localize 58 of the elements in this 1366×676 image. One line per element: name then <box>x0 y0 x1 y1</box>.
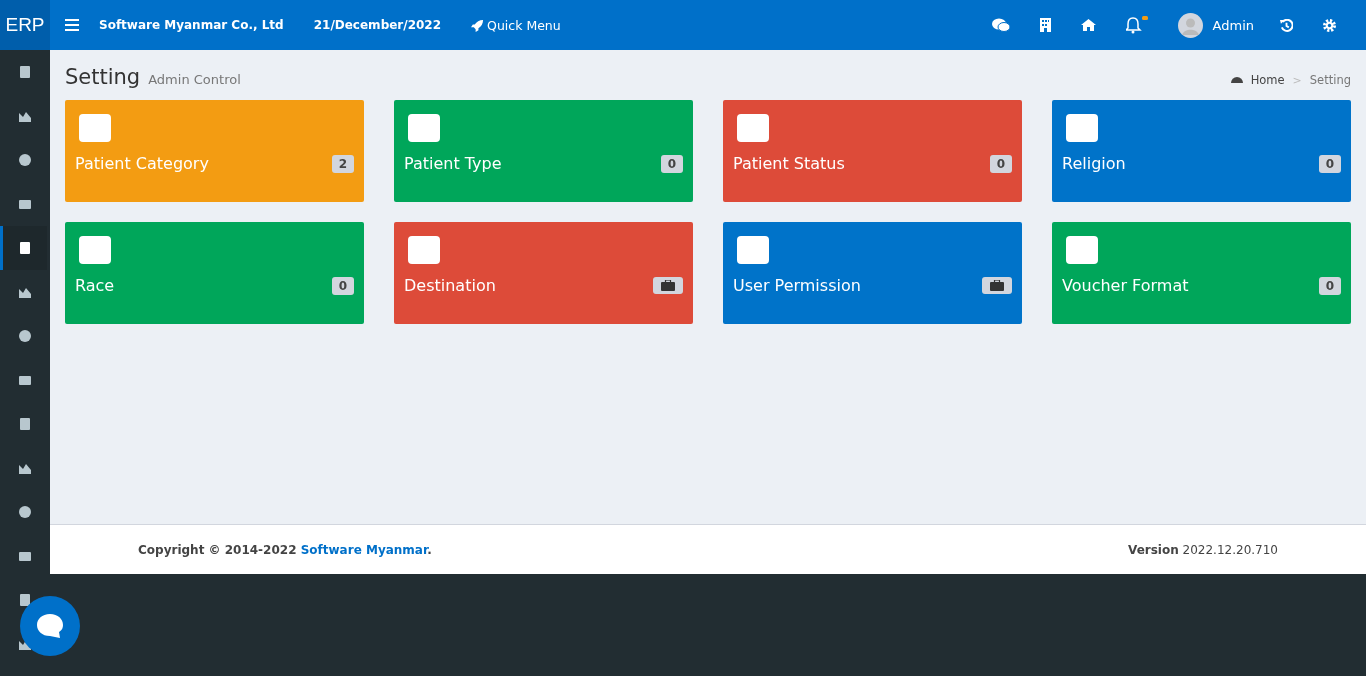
count-badge: 0 <box>660 154 683 173</box>
briefcase-badge <box>653 277 683 294</box>
sidebar-icon <box>18 505 32 519</box>
tile-title: Patient Category <box>75 154 209 173</box>
sidebar-icon <box>18 417 32 431</box>
count-badge: 0 <box>1318 154 1341 173</box>
setting-tile[interactable]: Race 0 <box>65 222 364 324</box>
bell-icon[interactable] <box>1125 16 1148 34</box>
tile-title: Patient Status <box>733 154 845 173</box>
sidebar-icon <box>18 329 32 343</box>
sidebar-icon <box>18 153 32 167</box>
sidebar-item[interactable] <box>0 226 47 270</box>
setting-tile[interactable]: Voucher Format 0 <box>1052 222 1351 324</box>
sidebar-icon <box>18 549 32 563</box>
breadcrumb-link[interactable]: Home <box>1250 73 1285 87</box>
copyright-text: Copyright © 2014-2022 Software Myanmar. <box>138 542 432 557</box>
setting-tile[interactable]: User Permission <box>723 222 1022 324</box>
setting-tile[interactable]: Patient Category 2 <box>65 100 364 202</box>
company-link[interactable]: Software Myanmar <box>300 542 428 557</box>
sidebar-icon <box>18 241 32 255</box>
building-icon[interactable] <box>1039 18 1051 32</box>
sidebar-icon <box>18 593 32 607</box>
date-text: 21/December/2022 <box>313 18 442 32</box>
sidebar-icon <box>18 65 32 79</box>
page-subtitle: Admin Control <box>148 72 241 87</box>
tile-title: Religion <box>1062 154 1126 173</box>
avatar-icon <box>1177 12 1203 38</box>
company-name: Software Myanmar Co., Ltd <box>99 18 284 32</box>
setting-tile[interactable]: Religion 0 <box>1052 100 1351 202</box>
setting-tile[interactable]: Destination <box>394 222 693 324</box>
briefcase-badge <box>982 277 1012 294</box>
setting-tile[interactable]: Patient Type 0 <box>394 100 693 202</box>
tile-title: Destination <box>404 276 496 295</box>
version-text: Version 2022.12.20.710 <box>1128 542 1278 557</box>
tile-title: Patient Type <box>404 154 502 173</box>
menu-icon[interactable] <box>65 19 79 31</box>
history-icon[interactable] <box>1280 18 1293 32</box>
tile-title: Voucher Format <box>1062 276 1189 295</box>
count-badge: 0 <box>989 154 1012 173</box>
sidebar-icon <box>18 373 32 387</box>
logo-text[interactable]: ERP <box>0 0 50 50</box>
rocket-icon <box>471 18 485 32</box>
user-menu[interactable]: Admin <box>1177 12 1254 38</box>
settings-icon[interactable] <box>1323 18 1336 32</box>
chat-bubble-icon <box>35 612 65 640</box>
home-icon[interactable] <box>1080 19 1096 31</box>
count-badge: 0 <box>1318 276 1341 295</box>
setting-tile[interactable]: Patient Status 0 <box>723 100 1022 202</box>
tile-title: User Permission <box>733 276 861 295</box>
breadcrumb-separator: > <box>1292 74 1302 87</box>
tile-title: Race <box>75 276 115 295</box>
count-badge: 2 <box>331 154 354 173</box>
page-title: Setting <box>65 65 141 89</box>
quick-menu-link[interactable]: Quick Menu <box>471 17 561 33</box>
sidebar-icon <box>18 197 32 211</box>
chat-icon[interactable] <box>991 18 1010 32</box>
breadcrumb-link[interactable]: Setting <box>1309 73 1351 87</box>
count-badge: 0 <box>331 276 354 295</box>
